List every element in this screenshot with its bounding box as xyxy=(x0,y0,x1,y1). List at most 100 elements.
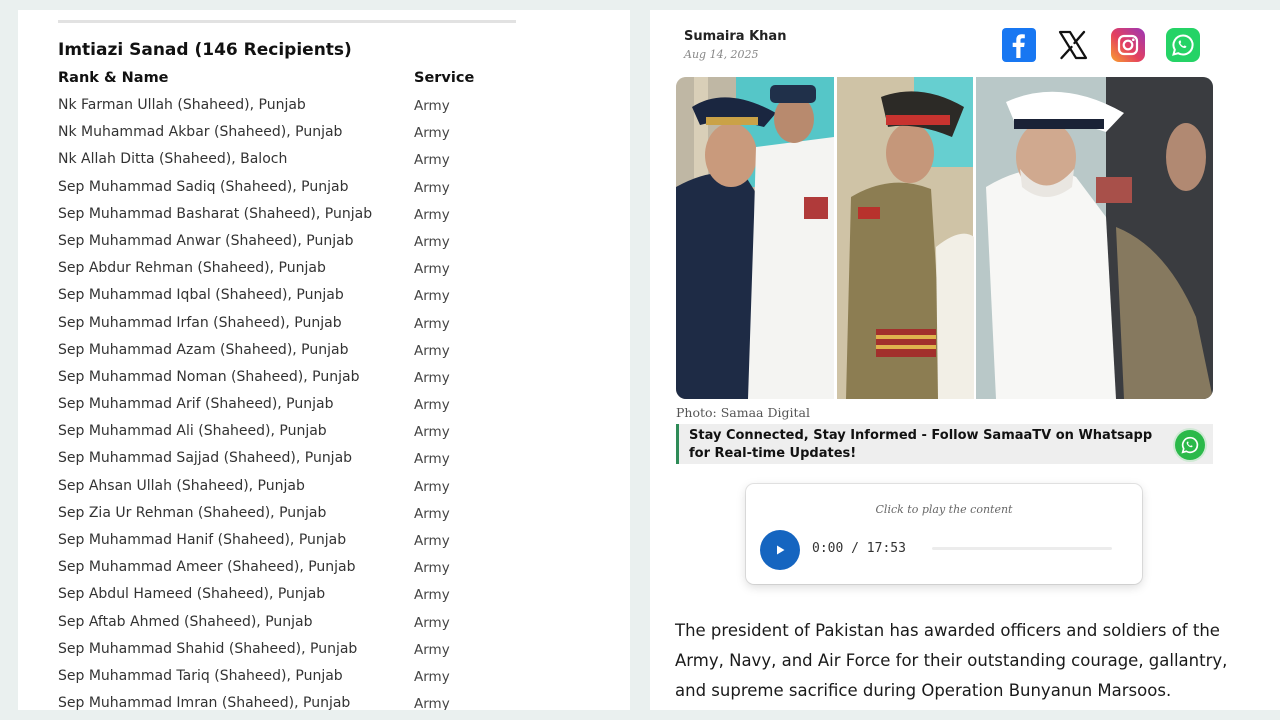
recipient-name: Sep Muhammad Tariq (Shaheed), Punjab xyxy=(58,667,343,684)
recipient-name: Sep Abdul Hameed (Shaheed), Punjab xyxy=(58,586,326,603)
whatsapp-follow-banner[interactable]: Stay Connected, Stay Informed - Follow S… xyxy=(676,424,1213,464)
table-row: Sep Muhammad Arif (Shaheed), Punjab Army xyxy=(18,393,630,420)
follow-text[interactable]: Stay Connected, Stay Informed - Follow S… xyxy=(689,427,1159,463)
publish-date: Aug 14, 2025 xyxy=(684,48,759,61)
table-row: Sep Muhammad Ameer (Shaheed), Punjab Army xyxy=(18,556,630,583)
author-name[interactable]: Sumaira Khan xyxy=(684,29,786,44)
table-row: Sep Abdur Rehman (Shaheed), Punjab Army xyxy=(18,257,630,284)
recipient-service: Army xyxy=(414,397,450,414)
instagram-icon xyxy=(1117,34,1139,56)
facebook-icon xyxy=(1012,34,1025,58)
recipient-name: Nk Allah Ditta (Shaheed), Baloch xyxy=(58,151,288,168)
ceremony-photo-image xyxy=(676,77,1213,399)
photo-caption: Photo: Samaa Digital xyxy=(676,405,810,420)
table-row: Nk Farman Ullah (Shaheed), Punjab Army xyxy=(18,94,630,121)
table-row: Sep Muhammad Noman (Shaheed), Punjab Army xyxy=(18,366,630,393)
seek-bar[interactable] xyxy=(932,547,1112,550)
table-row: Sep Muhammad Sadiq (Shaheed), Punjab Army xyxy=(18,176,630,203)
recipient-service: Army xyxy=(414,505,450,522)
table-row: Sep Muhammad Sajjad (Shaheed), Punjab Arm… xyxy=(18,447,630,474)
recipient-name: Sep Muhammad Arif (Shaheed), Punjab xyxy=(58,396,334,413)
instagram-share-button[interactable] xyxy=(1111,28,1145,62)
recipient-name: Sep Muhammad Sadiq (Shaheed), Punjab xyxy=(58,178,349,195)
recipient-service: Army xyxy=(414,288,450,305)
recipient-name: Sep Muhammad Sajjad (Shaheed), Punjab xyxy=(58,450,353,467)
table-row: Sep Muhammad Azam (Shaheed), Punjab Army xyxy=(18,339,630,366)
table-row: Sep Abdul Hameed (Shaheed), Punjab Army xyxy=(18,583,630,610)
table-row: Nk Muhammad Akbar (Shaheed), Punjab Army xyxy=(18,121,630,148)
table-row: Sep Muhammad Anwar (Shaheed), Punjab Army xyxy=(18,230,630,257)
play-icon xyxy=(777,545,785,555)
column-header-rank-name: Rank & Name xyxy=(58,70,169,86)
recipient-name: Sep Muhammad Irfan (Shaheed), Punjab xyxy=(58,314,342,331)
recipient-name: Sep Muhammad Basharat (Shaheed), Punjab xyxy=(58,205,373,222)
recipient-service: Army xyxy=(414,587,450,604)
audio-player: Click to play the content 0:00 / 17:53 xyxy=(746,484,1142,584)
recipient-service: Army xyxy=(414,451,450,468)
whatsapp-follow-button[interactable] xyxy=(1175,430,1205,460)
recipient-name: Sep Muhammad Anwar (Shaheed), Punjab xyxy=(58,232,354,249)
table-row: Sep Muhammad Imran (Shaheed), Punjab Army xyxy=(18,692,630,710)
audio-hint: Click to play the content xyxy=(875,503,1013,516)
recipient-name: Sep Aftab Ahmed (Shaheed), Punjab xyxy=(58,613,313,630)
article-paragraph: The president of Pakistan has awarded of… xyxy=(675,621,1228,700)
table-row: Sep Muhammad Ali (Shaheed), Punjab Army xyxy=(18,420,630,447)
article-panel: Sumaira Khan Aug 14, 2025 Photo: Samaa D… xyxy=(650,10,1280,710)
recipient-service: Army xyxy=(414,641,450,658)
recipient-name: Nk Farman Ullah (Shaheed), Punjab xyxy=(58,97,306,113)
recipient-name: Sep Ahsan Ullah (Shaheed), Punjab xyxy=(58,477,305,494)
recipient-name: Sep Muhammad Shahid (Shaheed), Punjab xyxy=(58,640,358,657)
ceremony-photo xyxy=(676,77,1213,399)
recipients-table: Nk Farman Ullah (Shaheed), Punjab Army Nk … xyxy=(18,94,630,710)
recipient-service: Army xyxy=(414,614,450,631)
time-separator: / xyxy=(851,541,859,556)
table-row: Sep Ahsan Ullah (Shaheed), Punjab Army xyxy=(18,475,630,502)
facebook-share-button[interactable] xyxy=(1002,28,1036,62)
whatsapp-share-button[interactable] xyxy=(1166,28,1200,62)
recipient-name: Sep Muhammad Noman (Shaheed), Punjab xyxy=(58,368,360,385)
table-row: Sep Muhammad Irfan (Shaheed), Punjab Army xyxy=(18,312,630,339)
divider xyxy=(58,20,516,23)
recipient-name: Nk Muhammad Akbar (Shaheed), Punjab xyxy=(58,124,343,141)
recipient-service: Army xyxy=(414,206,450,223)
recipient-name: Sep Muhammad Ali (Shaheed), Punjab xyxy=(58,423,327,440)
recipient-service: Army xyxy=(414,369,450,386)
recipient-name: Sep Muhammad Ameer (Shaheed), Punjab xyxy=(58,559,356,576)
whatsapp-icon xyxy=(1172,34,1194,56)
table-row: Nk Allah Ditta (Shaheed), Baloch Army xyxy=(18,148,630,175)
table-row: Sep Zia Ur Rehman (Shaheed), Punjab Army xyxy=(18,502,630,529)
column-header-service: Service xyxy=(414,70,475,86)
recipient-service: Army xyxy=(414,233,450,250)
current-time: 0:00 xyxy=(812,541,844,556)
table-row: Sep Muhammad Basharat (Shaheed), Punjab A… xyxy=(18,203,630,230)
table-row: Sep Muhammad Hanif (Shaheed), Punjab Army xyxy=(18,529,630,556)
recipient-service: Army xyxy=(414,261,450,278)
table-row: Sep Muhammad Tariq (Shaheed), Punjab Army xyxy=(18,665,630,692)
recipient-name: Sep Zia Ur Rehman (Shaheed), Punjab xyxy=(58,504,327,521)
x-icon xyxy=(1058,30,1088,60)
duration: 17:53 xyxy=(866,541,906,556)
recipient-service: Army xyxy=(414,98,450,114)
recipient-name: Sep Abdur Rehman (Shaheed), Punjab xyxy=(58,260,326,277)
recipient-service: Army xyxy=(414,533,450,549)
section-title: Imtiazi Sanad (146 Recipients) xyxy=(58,40,352,60)
recipient-service: Army xyxy=(414,668,450,685)
recipient-name: Sep Muhammad Imran (Shaheed), Punjab xyxy=(58,695,351,710)
recipient-name: Sep Muhammad Hanif (Shaheed), Punjab xyxy=(58,532,347,548)
table-row: Sep Muhammad Iqbal (Shaheed), Punjab Army xyxy=(18,284,630,311)
play-button[interactable] xyxy=(760,530,800,570)
recipient-service: Army xyxy=(414,315,450,332)
recipient-name: Sep Muhammad Iqbal (Shaheed), Punjab xyxy=(58,287,344,304)
recipient-service: Army xyxy=(414,424,450,441)
recipient-service: Army xyxy=(414,179,450,196)
recipient-service: Army xyxy=(414,560,450,577)
recipient-name: Sep Muhammad Azam (Shaheed), Punjab xyxy=(58,341,349,358)
table-row: Sep Muhammad Shahid (Shaheed), Punjab Arm… xyxy=(18,638,630,665)
recipient-service: Army xyxy=(414,696,450,710)
recipient-service: Army xyxy=(414,342,450,359)
x-share-button[interactable] xyxy=(1056,28,1090,62)
recipient-service: Army xyxy=(414,152,450,169)
audio-time: 0:00 / 17:53 xyxy=(812,541,906,556)
whatsapp-icon xyxy=(1181,436,1199,454)
recipient-service: Army xyxy=(414,125,450,142)
